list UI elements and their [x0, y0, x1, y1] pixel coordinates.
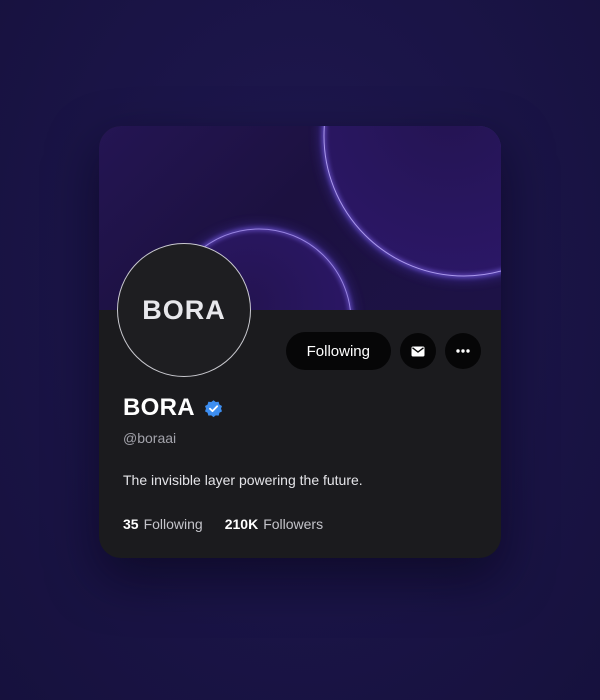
profile-handle: @boraai	[123, 430, 177, 446]
following-button[interactable]: Following	[285, 332, 391, 370]
profile-stats: 35 Following 210K Followers	[123, 516, 477, 532]
following-count: 35	[123, 516, 139, 532]
avatar[interactable]: BORA	[117, 243, 251, 377]
message-button[interactable]	[400, 333, 436, 369]
following-stat[interactable]: 35 Following	[123, 516, 203, 532]
profile-actions: Following	[285, 332, 481, 370]
profile-info: BORA @boraai The invisible layer powerin…	[123, 394, 477, 532]
followers-count: 210K	[224, 516, 259, 532]
bora-logo: BORA	[142, 294, 226, 325]
envelope-icon	[411, 346, 425, 356]
following-label: Following	[143, 516, 203, 532]
more-button[interactable]	[445, 333, 481, 369]
profile-bio: The invisible layer powering the future.	[123, 472, 363, 488]
followers-label: Followers	[263, 516, 324, 532]
more-horizontal-icon	[456, 349, 470, 353]
followers-stat[interactable]: 210K Followers	[225, 516, 323, 532]
profile-card: BORA Following BORA @boraai The invisibl…	[99, 126, 501, 558]
name-row: BORA	[123, 394, 477, 422]
profile-name: BORA	[123, 394, 195, 421]
verified-badge-icon	[204, 399, 222, 417]
